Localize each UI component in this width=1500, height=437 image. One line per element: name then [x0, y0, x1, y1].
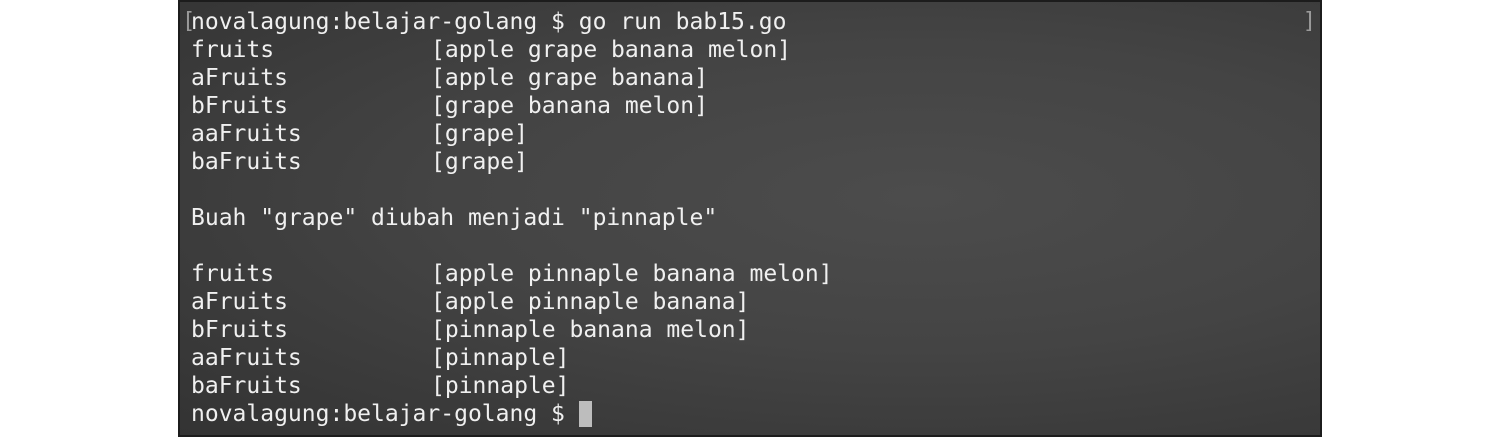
- output-row: fruits [apple pinnaple banana melon]: [191, 260, 833, 288]
- variable-name: aaFruits: [191, 345, 302, 371]
- variable-name: aFruits: [191, 289, 288, 315]
- variable-value: [pinnaple]: [431, 373, 570, 399]
- output-row: aaFruits [pinnaple]: [191, 344, 833, 372]
- output-row: bFruits [pinnaple banana melon]: [191, 316, 833, 344]
- variable-name: baFruits: [191, 149, 302, 175]
- variable-name: aaFruits: [191, 121, 302, 147]
- output-row: bFruits [grape banana melon]: [191, 92, 833, 120]
- command-text: go run bab15.go: [578, 9, 787, 35]
- variable-value: [grape]: [431, 149, 528, 175]
- variable-value: [pinnaple]: [431, 345, 570, 371]
- prompt-line[interactable]: novalagung:belajar-golang $: [191, 400, 833, 428]
- command-line: novalagung:belajar-golang $ go run bab15…: [191, 8, 833, 36]
- text-cursor: [578, 401, 592, 427]
- message-line: Buah "grape" diubah menjadi "pinnaple": [191, 205, 718, 231]
- variable-name: fruits: [191, 261, 275, 287]
- variable-value: [grape banana melon]: [431, 93, 708, 119]
- terminal-output: novalagung:belajar-golang $ go run bab15…: [191, 8, 833, 428]
- variable-value: [apple pinnaple banana melon]: [431, 261, 833, 287]
- variable-name: aFruits: [191, 65, 288, 91]
- variable-name: bFruits: [191, 317, 288, 343]
- output-row: aaFruits [grape]: [191, 120, 833, 148]
- variable-name: baFruits: [191, 373, 302, 399]
- final-prompt-text: novalagung:belajar-golang $: [191, 401, 579, 427]
- variable-value: [apple grape banana]: [431, 65, 708, 91]
- output-row: aFruits [apple pinnaple banana]: [191, 288, 833, 316]
- variable-value: [apple grape banana melon]: [431, 37, 792, 63]
- variable-name: fruits: [191, 37, 275, 63]
- variable-value: [grape]: [431, 121, 528, 147]
- output-row: baFruits [pinnaple]: [191, 372, 833, 400]
- variable-value: [pinnaple banana melon]: [431, 317, 750, 343]
- output-row: baFruits [grape]: [191, 148, 833, 176]
- output-row: aFruits [apple grape banana]: [191, 64, 833, 92]
- variable-value: [apple pinnaple banana]: [431, 289, 750, 315]
- right-bracket-mark: ]: [1302, 9, 1316, 34]
- variable-name: bFruits: [191, 93, 288, 119]
- output-row: fruits [apple grape banana melon]: [191, 36, 833, 64]
- terminal-window[interactable]: [ ] novalagung:belajar-golang $ go run b…: [178, 0, 1322, 437]
- prompt-text: novalagung:belajar-golang $: [191, 9, 579, 35]
